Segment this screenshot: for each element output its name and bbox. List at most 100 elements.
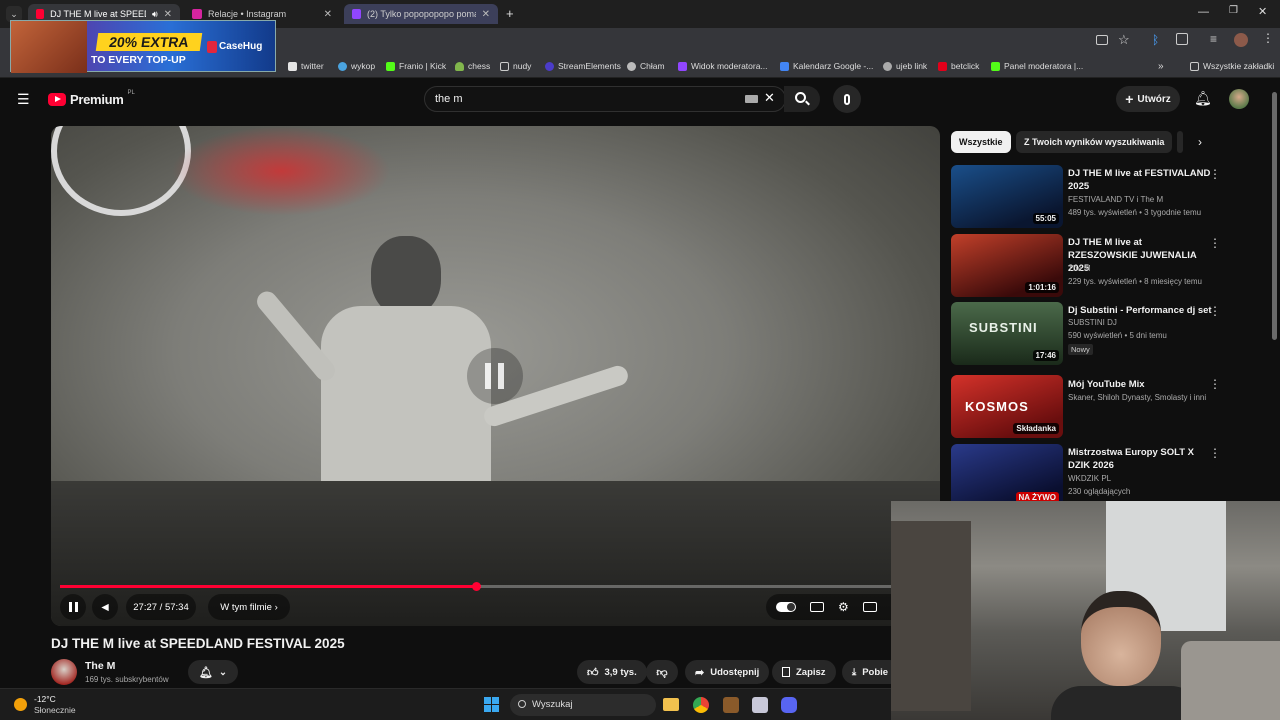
tab-twitch[interactable]: (2) Tylko popopopopo pomara ✕ [344, 4, 498, 24]
volume-button[interactable]: ◀︎ [92, 594, 118, 620]
bookmark-label: Widok moderatora... [691, 61, 768, 71]
bookmarks-overflow-icon[interactable]: » [1158, 61, 1164, 72]
bookmark-betclick[interactable]: betclick [938, 61, 979, 71]
play-pause-button[interactable] [60, 594, 86, 620]
more-options-icon[interactable]: ⋮ [1209, 304, 1221, 318]
download-label: Pobie [862, 666, 889, 678]
create-button[interactable]: + Utwórz [1116, 86, 1180, 112]
account-avatar[interactable] [1229, 89, 1249, 109]
taskbar-search[interactable]: Wyszukaj [510, 694, 656, 716]
profile-avatar[interactable] [1234, 33, 1248, 47]
settings-gear-icon[interactable]: ⚙︎ [838, 600, 849, 614]
file-explorer-icon[interactable] [663, 698, 679, 711]
center-pause-icon[interactable] [467, 348, 523, 404]
video-thumbnail[interactable]: 1:01:16 [951, 234, 1063, 297]
chips-next-arrow-icon[interactable]: › [1198, 135, 1202, 149]
recommendation-item[interactable]: NA ŻYWO Mistrzostwa Europy SOLT X DZIK 2… [951, 444, 1251, 508]
bookmark-twitter[interactable]: twitter [288, 61, 324, 71]
bookmark-chess[interactable]: chess [455, 61, 490, 71]
clear-search-icon[interactable]: ✕ [764, 90, 775, 106]
video-thumbnail[interactable]: KOSMOS Składanka [951, 375, 1063, 438]
youtube-logo[interactable]: Premium PL [48, 90, 135, 107]
bookmark-streamelements[interactable]: StreamElements [545, 61, 621, 71]
autoplay-toggle[interactable] [776, 602, 796, 612]
browser-menu-icon[interactable]: ⋮ [1262, 31, 1274, 45]
weather-sun-icon[interactable] [14, 698, 27, 711]
subscription-bell-button[interactable]: 🔔︎ ⌄ [188, 660, 238, 684]
bookmark-wykop[interactable]: wykop [338, 61, 375, 71]
bookmark-star-icon[interactable]: ☆ [1118, 32, 1130, 48]
chip-next[interactable] [1177, 131, 1183, 153]
bookmark-google-calendar[interactable]: Kalendarz Google -... [780, 61, 873, 71]
more-options-icon[interactable]: ⋮ [1209, 167, 1221, 181]
keyboard-icon[interactable] [745, 95, 758, 103]
video-player[interactable]: ◀︎ 27:27 / 57:34 W tym filmie › ⚙︎ [51, 126, 940, 626]
app-icon[interactable] [723, 697, 739, 713]
subtitles-icon[interactable] [810, 602, 824, 612]
video-thumbnail[interactable]: 55:05 [951, 165, 1063, 228]
bookmark-widok-moderatora[interactable]: Widok moderatora... [678, 61, 768, 71]
search-button[interactable] [784, 86, 820, 112]
share-button[interactable]: ➦ Udostępnij [685, 660, 770, 684]
rec-channel: SUBSTINI DJ [1068, 318, 1117, 327]
all-bookmarks-folder[interactable]: Wszystkie zakładki [1190, 61, 1274, 71]
minimize-button[interactable]: — [1198, 6, 1209, 18]
chapters-label: W tym filmie [220, 601, 272, 613]
bookmark-label: ujeb link [896, 61, 928, 71]
reading-list-icon[interactable]: ≡ [1210, 32, 1217, 46]
new-tab-button[interactable]: + [506, 6, 514, 21]
video-thumbnail[interactable]: SUBSTINI 17:46 [951, 302, 1063, 365]
channel-avatar[interactable] [51, 659, 77, 685]
recommendation-item[interactable]: 1:01:16 DJ THE M live at RZESZOWSKIE JUW… [951, 234, 1251, 298]
close-tab-icon[interactable]: ✕ [164, 9, 172, 20]
dislike-button[interactable]: 👎︎ [646, 660, 678, 684]
casehug-ad-banner[interactable]: 20% EXTRA TO EVERY TOP-UP CaseHug [10, 20, 276, 73]
maximize-button[interactable]: ❐ [1229, 5, 1238, 16]
recommendation-item[interactable]: KOSMOS Składanka Mój YouTube Mix Skaner,… [951, 375, 1251, 439]
extensions-puzzle-icon[interactable] [1176, 33, 1188, 45]
close-tab-icon[interactable]: ✕ [324, 9, 332, 20]
bookmark-panel-moderatora[interactable]: Panel moderatora |... [991, 61, 1083, 71]
chrome-icon[interactable] [693, 697, 709, 713]
channel-name[interactable]: The M [85, 660, 115, 672]
close-tab-icon[interactable]: ✕ [482, 9, 490, 20]
bookmark-kick[interactable]: Franio | Kick [386, 61, 446, 71]
miniplayer-icon[interactable] [862, 602, 877, 612]
chip-all[interactable]: Wszystkie [951, 131, 1011, 153]
windows-start-icon[interactable] [484, 697, 499, 712]
more-options-icon[interactable]: ⋮ [1209, 377, 1221, 391]
notifications-bell-icon[interactable]: 🔔︎ [1194, 90, 1212, 107]
close-window-button[interactable]: ✕ [1258, 5, 1267, 18]
twitch-favicon-icon [352, 9, 362, 19]
extension-bluetooth-icon[interactable]: ᛒ [1152, 33, 1159, 47]
bookmark-chlam[interactable]: Chłam [627, 61, 665, 71]
chess-pawn-icon [455, 61, 464, 71]
more-options-icon[interactable]: ⋮ [1209, 446, 1221, 460]
app-icon[interactable] [752, 697, 768, 713]
bookmark-folder-nudy[interactable]: nudy [500, 61, 531, 71]
like-button[interactable]: 👍︎ 3,9 tys. [577, 660, 647, 684]
speaker-icon[interactable]: 🔊︎ [152, 9, 158, 20]
youtube-favicon-icon [36, 9, 45, 19]
chip-from-search[interactable]: Z Twoich wyników wyszukiwania [1016, 131, 1173, 153]
cast-icon[interactable] [1096, 35, 1108, 45]
chapters-button[interactable]: W tym filmie › [208, 594, 290, 620]
webcam-couch [1181, 641, 1280, 720]
video-thumbnail[interactable]: NA ŻYWO [951, 444, 1063, 507]
recommendation-item[interactable]: 55:05 DJ THE M live at FESTIVALAND 2025 … [951, 165, 1251, 229]
progress-bar[interactable] [60, 582, 900, 591]
bell-icon: 🔔︎ [199, 666, 213, 679]
discord-icon[interactable] [781, 697, 797, 713]
bookmark-ujeb-link[interactable]: ujeb link [883, 61, 927, 71]
page-scrollbar[interactable] [1272, 92, 1277, 340]
bookmark-label: StreamElements [558, 61, 621, 71]
more-options-icon[interactable]: ⋮ [1209, 236, 1221, 250]
search-input[interactable]: the m [424, 86, 786, 112]
weather-temp[interactable]: -12°C [34, 694, 56, 704]
save-button[interactable]: Zapisz [772, 660, 836, 684]
share-arrow-icon: ➦ [695, 666, 705, 679]
thumbs-down-icon: 👎︎ [656, 666, 668, 679]
voice-search-button[interactable] [833, 85, 861, 113]
recommendation-item[interactable]: SUBSTINI 17:46 Dj Substini - Performance… [951, 302, 1251, 366]
hamburger-menu-icon[interactable]: ☰ [17, 91, 30, 108]
